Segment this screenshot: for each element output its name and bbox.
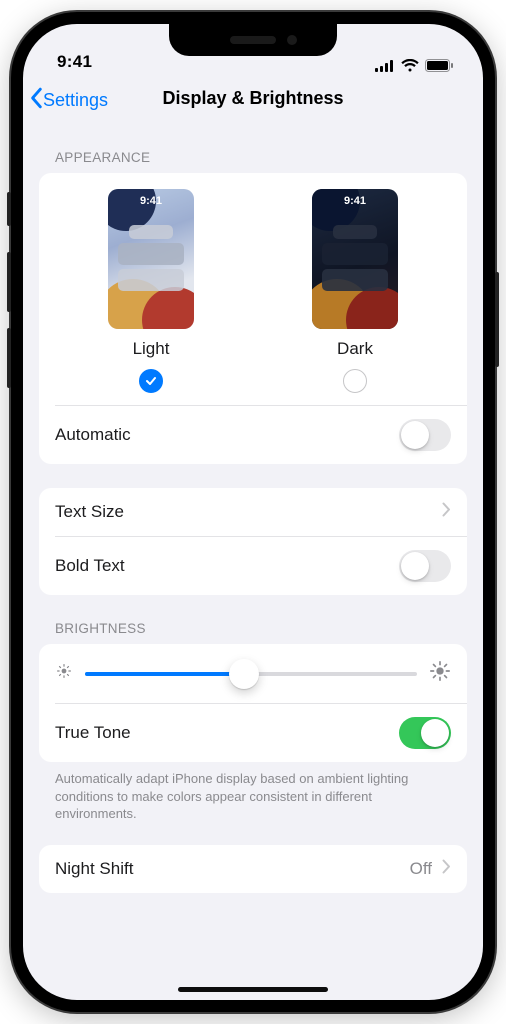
slider-thumb[interactable] [229, 659, 259, 689]
automatic-switch[interactable] [399, 419, 451, 451]
true-tone-footer: Automatically adapt iPhone display based… [39, 762, 467, 823]
appearance-card: 9:41 Light 9:41 [39, 173, 467, 464]
text-size-label: Text Size [55, 502, 124, 522]
night-shift-row[interactable]: Night Shift Off [39, 845, 467, 893]
appearance-mode-light[interactable]: 9:41 Light [108, 189, 194, 393]
true-tone-row: True Tone [39, 704, 467, 762]
dark-preview-thumb: 9:41 [312, 189, 398, 329]
status-icons [375, 59, 453, 72]
wifi-icon [401, 59, 419, 72]
chevron-right-icon [442, 859, 451, 879]
back-button[interactable]: Settings [29, 87, 108, 114]
true-tone-label: True Tone [55, 723, 131, 743]
preview-clock: 9:41 [108, 195, 194, 207]
back-label: Settings [43, 90, 108, 111]
battery-icon [425, 59, 453, 72]
automatic-label: Automatic [55, 425, 131, 445]
automatic-row: Automatic [39, 406, 467, 464]
brightness-card: True Tone [39, 644, 467, 762]
chevron-right-icon [442, 502, 451, 522]
night-shift-label: Night Shift [55, 859, 133, 879]
home-indicator [178, 987, 328, 992]
cellular-icon [375, 60, 395, 72]
light-label: Light [133, 339, 170, 359]
night-shift-card: Night Shift Off [39, 845, 467, 893]
sun-high-icon [429, 660, 451, 687]
preview-clock: 9:41 [312, 195, 398, 207]
sun-low-icon [55, 662, 73, 685]
true-tone-switch[interactable] [399, 717, 451, 749]
bold-text-row: Bold Text [39, 537, 467, 595]
dark-radio[interactable] [343, 369, 367, 393]
nav-header: Settings Display & Brightness [23, 76, 483, 124]
night-shift-value: Off [410, 859, 432, 879]
section-header-brightness: BRIGHTNESS [39, 595, 467, 644]
section-header-appearance: APPEARANCE [39, 124, 467, 173]
screen: 9:41 Settings Display & Br [23, 24, 483, 1000]
light-radio[interactable] [139, 369, 163, 393]
brightness-slider-row [39, 644, 467, 703]
check-icon [144, 374, 158, 388]
bold-text-label: Bold Text [55, 556, 125, 576]
phone-frame: 9:41 Settings Display & Br [11, 12, 495, 1012]
light-preview-thumb: 9:41 [108, 189, 194, 329]
brightness-slider[interactable] [85, 672, 417, 676]
status-time: 9:41 [57, 52, 92, 72]
text-size-row[interactable]: Text Size [39, 488, 467, 536]
chevron-left-icon [29, 87, 43, 114]
text-card: Text Size Bold Text [39, 488, 467, 595]
bold-text-switch[interactable] [399, 550, 451, 582]
dark-label: Dark [337, 339, 373, 359]
notch [169, 24, 337, 56]
page-title: Display & Brightness [162, 88, 343, 109]
appearance-mode-dark[interactable]: 9:41 Dark [312, 189, 398, 393]
